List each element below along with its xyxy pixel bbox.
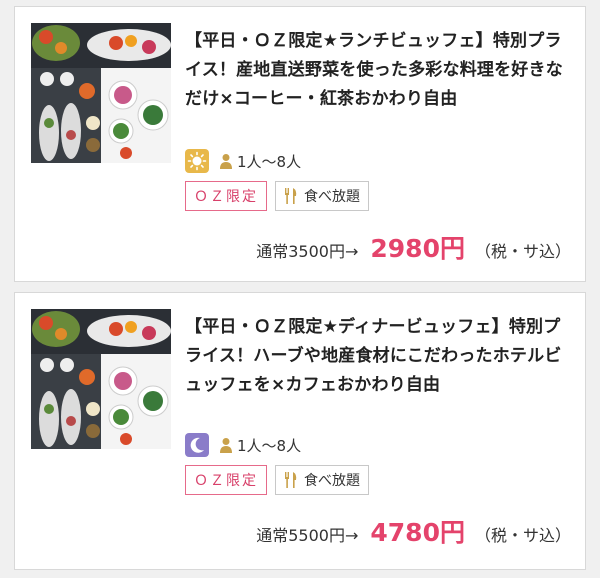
plan-title[interactable]: 【平日・ＯＺ限定★ランチビュッフェ】特別プライス！産地直送野菜を使った多彩な料理…: [185, 27, 575, 114]
sale-price: 4780円: [370, 518, 465, 547]
plan-meta: 1人〜8人: [185, 149, 301, 173]
regular-price: 通常3500円→: [256, 242, 359, 261]
regular-price: 通常5500円→: [256, 526, 359, 545]
party-size-label: 1人〜8人: [237, 436, 302, 455]
sale-price: 2980円: [370, 234, 465, 263]
buffet-badge: 食べ放題: [275, 181, 369, 211]
buffet-badge: 食べ放題: [275, 465, 369, 495]
sun-icon: [185, 149, 209, 173]
plan-tags: ＯＺ限定 食べ放題: [185, 181, 369, 211]
moon-icon: [185, 433, 209, 457]
party-size-label: 1人〜8人: [237, 152, 302, 171]
plan-tags: ＯＺ限定 食べ放題: [185, 465, 369, 495]
price-row: 通常5500円→ 4780円 （税・サ込）: [256, 513, 571, 549]
plan-card-lunch[interactable]: 【平日・ＯＺ限定★ランチビュッフェ】特別プライス！産地直送野菜を使った多彩な料理…: [14, 6, 586, 282]
party-size: 1人〜8人: [219, 151, 301, 172]
plan-photo[interactable]: [31, 23, 171, 163]
buffet-badge-label: 食べ放題: [304, 189, 360, 205]
plan-title[interactable]: 【平日・ＯＺ限定★ディナービュッフェ】特別プライス！ハーブや地産食材にこだわった…: [185, 313, 575, 400]
buffet-badge-label: 食べ放題: [304, 473, 360, 489]
fork-knife-icon: [285, 472, 297, 488]
plan-card-dinner[interactable]: 【平日・ＯＺ限定★ディナービュッフェ】特別プライス！ハーブや地産食材にこだわった…: [14, 292, 586, 570]
fork-knife-icon: [285, 188, 297, 204]
plan-meta: 1人〜8人: [185, 433, 301, 457]
oz-limited-badge: ＯＺ限定: [185, 465, 267, 495]
tax-note: （税・サ込）: [474, 242, 571, 261]
person-icon: [220, 438, 232, 453]
tax-note: （税・サ込）: [474, 526, 571, 545]
oz-limited-badge: ＯＺ限定: [185, 181, 267, 211]
price-row: 通常3500円→ 2980円 （税・サ込）: [256, 229, 571, 265]
plan-photo[interactable]: [31, 309, 171, 449]
party-size: 1人〜8人: [219, 435, 301, 456]
person-icon: [220, 154, 232, 169]
